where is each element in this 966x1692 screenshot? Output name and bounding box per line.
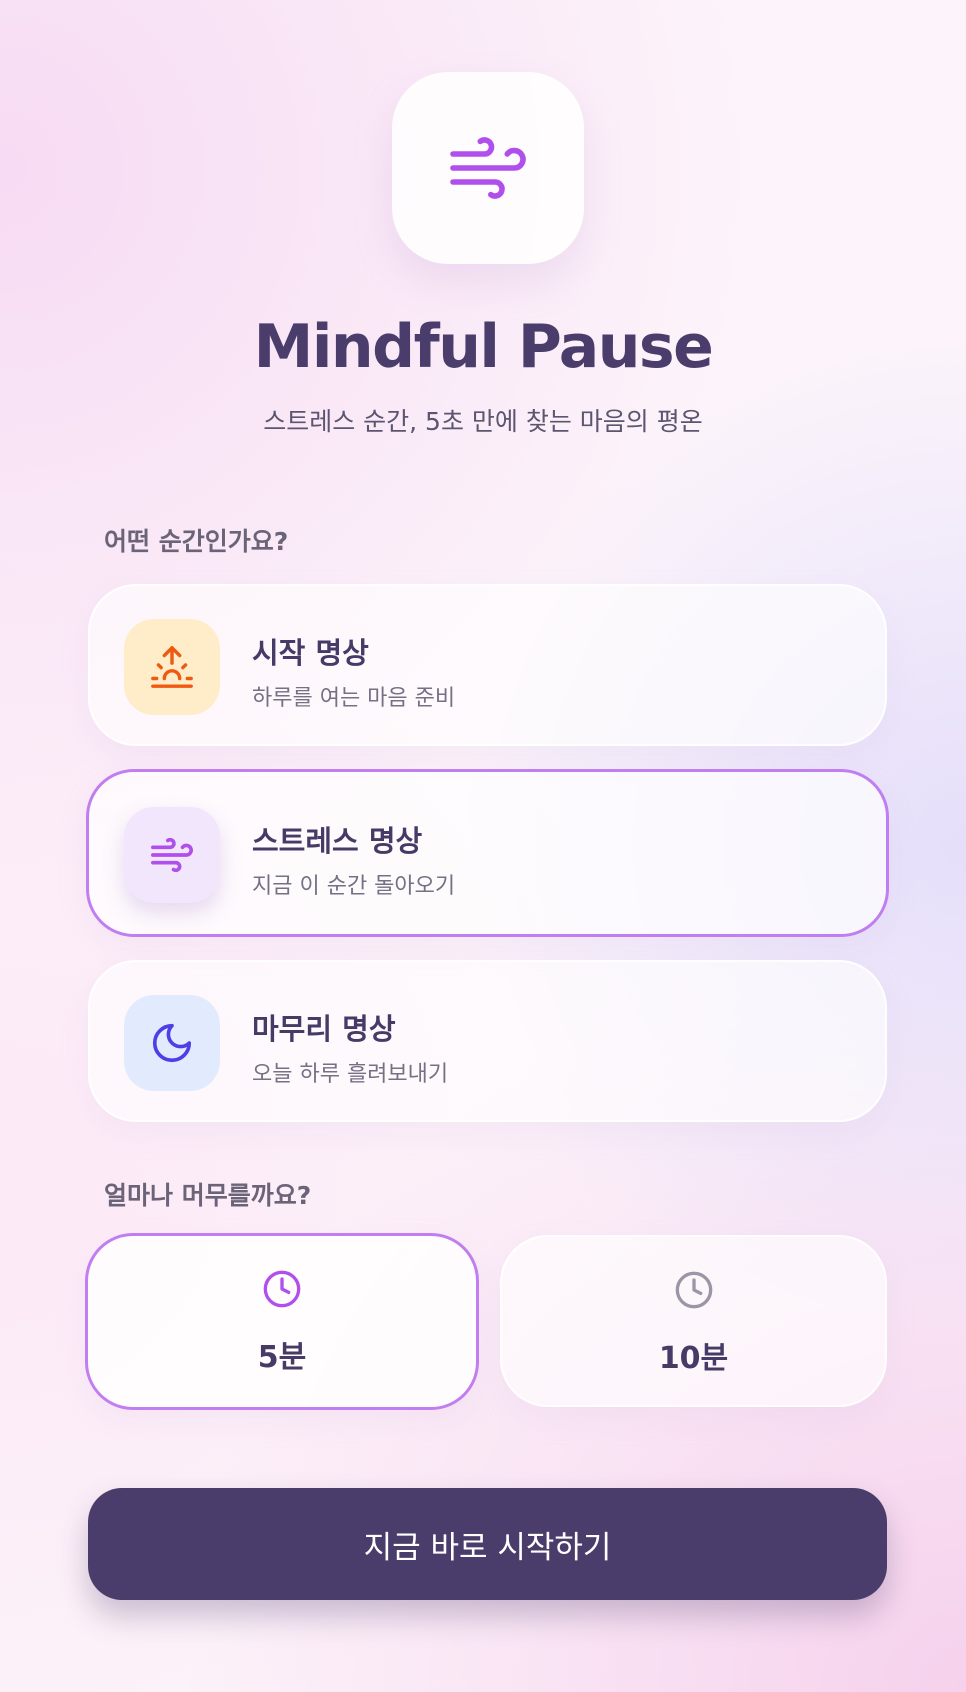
card-description: 오늘 하루 흘려보내기 bbox=[252, 1062, 449, 1087]
app-screen: Mindful Pause 스트레스 순간, 5초 만에 찾는 마음의 평온 어… bbox=[0, 0, 966, 1692]
app-subtitle: 스트레스 순간, 5초 만에 찾는 마음의 평온 bbox=[263, 407, 703, 436]
option-card-start-meditation[interactable]: 시작 명상 하루를 여는 마음 준비 bbox=[88, 584, 887, 746]
card-title: 마무리 명상 bbox=[252, 1012, 396, 1046]
wind-icon bbox=[450, 137, 526, 199]
moment-section-label: 어떤 순간인가요? bbox=[104, 527, 289, 556]
card-icon-tile bbox=[124, 807, 220, 903]
duration-option-10min[interactable]: 10분 bbox=[500, 1235, 887, 1407]
card-icon-tile bbox=[124, 995, 220, 1091]
duration-section-label: 얼마나 머무를까요? bbox=[104, 1181, 312, 1210]
duration-label: 5분 bbox=[257, 1340, 307, 1375]
card-title: 스트레스 명상 bbox=[252, 824, 423, 858]
card-title: 시작 명상 bbox=[252, 636, 369, 670]
card-description: 하루를 여는 마음 준비 bbox=[252, 686, 456, 711]
app-title: Mindful Pause bbox=[253, 312, 714, 382]
clock-icon bbox=[263, 1270, 301, 1308]
option-card-closing-meditation[interactable]: 마무리 명상 오늘 하루 흘려보내기 bbox=[88, 960, 887, 1122]
app-logo bbox=[392, 72, 584, 264]
card-description: 지금 이 순간 돌아오기 bbox=[252, 874, 456, 899]
wind-icon bbox=[151, 837, 193, 873]
moon-icon bbox=[152, 1023, 192, 1063]
clock-icon bbox=[675, 1271, 712, 1309]
card-icon-tile bbox=[124, 619, 220, 715]
duration-label: 10분 bbox=[658, 1341, 729, 1376]
duration-option-5min[interactable]: 5분 bbox=[85, 1233, 479, 1410]
start-now-button[interactable]: 지금 바로 시작하기 bbox=[88, 1488, 887, 1600]
sunrise-icon bbox=[151, 646, 193, 688]
option-card-stress-meditation[interactable]: 스트레스 명상 지금 이 순간 돌아오기 bbox=[86, 769, 889, 937]
